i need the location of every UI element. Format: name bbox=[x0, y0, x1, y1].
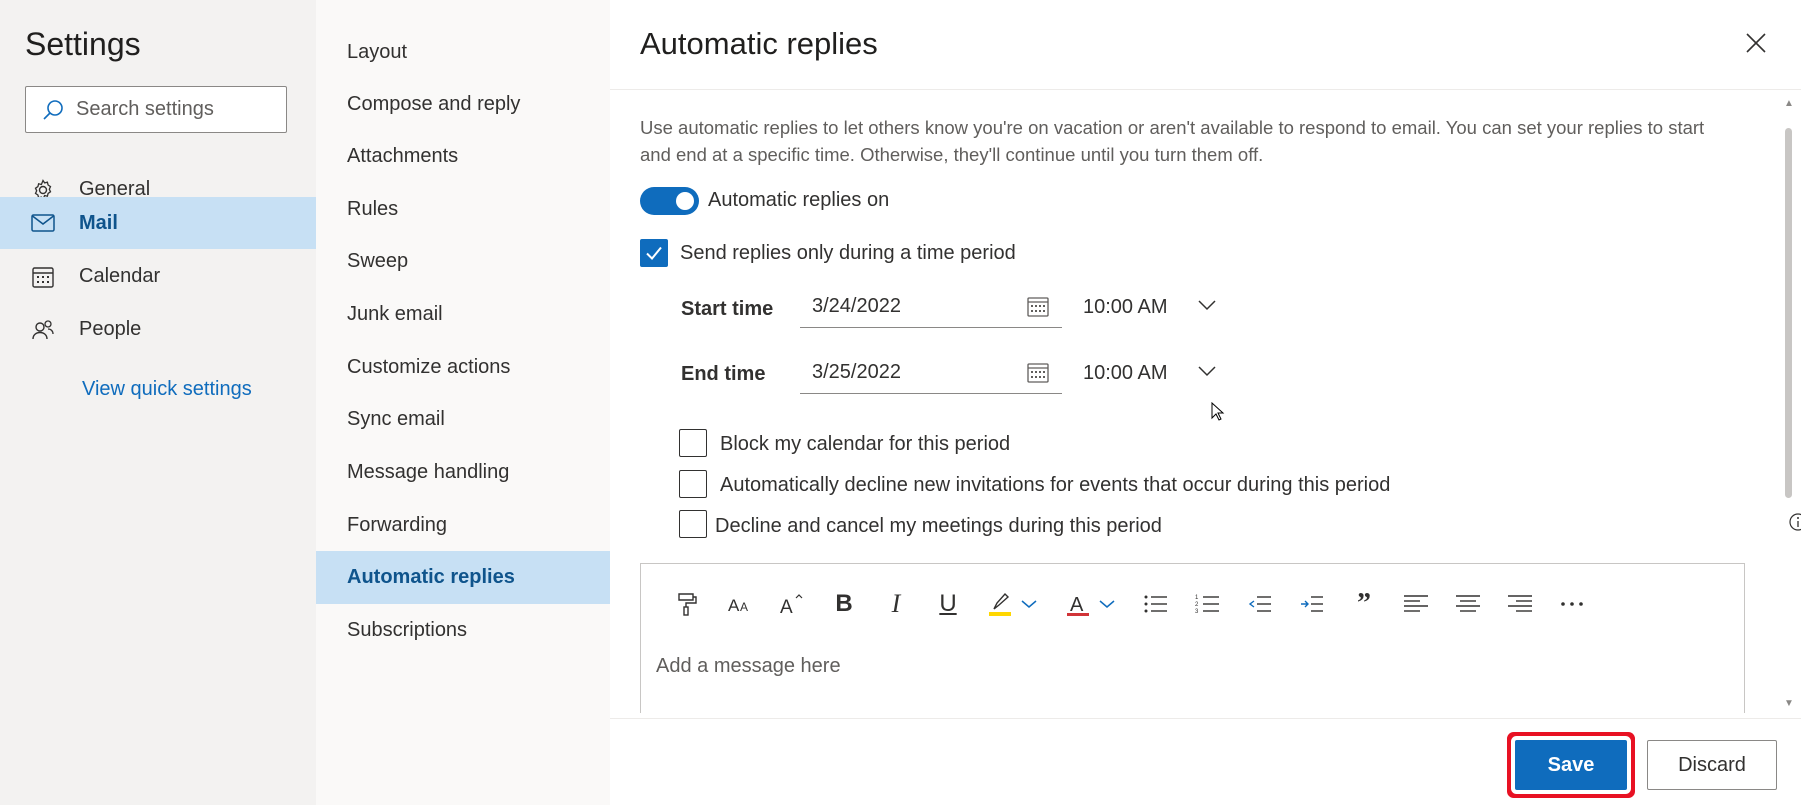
chevron-down-icon bbox=[1198, 300, 1216, 311]
mail-nav-compose-and-reply[interactable]: Compose and reply bbox=[316, 78, 610, 131]
scrollbar-thumb[interactable] bbox=[1785, 128, 1792, 498]
toggle-label: Automatic replies on bbox=[708, 189, 890, 211]
message-editor[interactable]: AA A B I U A 123 ” Add a message here bbox=[640, 563, 1745, 713]
decrease-indent-icon[interactable] bbox=[1241, 585, 1279, 623]
end-time-value: 10:00 AM bbox=[1083, 362, 1168, 384]
bullets-icon[interactable] bbox=[1137, 585, 1175, 623]
chevron-down-icon bbox=[1198, 366, 1216, 377]
decline-meetings-checkbox[interactable] bbox=[679, 510, 707, 538]
decline-invitations-checkbox[interactable] bbox=[679, 470, 707, 498]
close-icon[interactable] bbox=[1743, 30, 1769, 56]
nav-label-calendar: Calendar bbox=[79, 265, 161, 287]
font-size-icon[interactable]: A bbox=[773, 585, 811, 623]
end-time-label: End time bbox=[681, 363, 766, 385]
align-center-icon[interactable] bbox=[1449, 585, 1487, 623]
search-settings-input[interactable]: Search settings bbox=[25, 86, 287, 133]
mail-nav-attachments[interactable]: Attachments bbox=[316, 130, 610, 183]
start-date-field[interactable]: 3/24/2022 bbox=[800, 286, 1062, 328]
svg-text:A: A bbox=[1070, 594, 1084, 616]
mail-nav-subscriptions[interactable]: Subscriptions bbox=[316, 604, 610, 657]
more-options-icon[interactable] bbox=[1553, 585, 1591, 623]
increase-indent-icon[interactable] bbox=[1293, 585, 1331, 623]
formatting-toolbar: AA A B I U A 123 ” bbox=[669, 584, 1605, 624]
nav-item-mail[interactable]: Mail bbox=[0, 197, 316, 249]
calendar-icon[interactable] bbox=[1026, 361, 1050, 385]
bold-icon[interactable]: B bbox=[825, 585, 863, 623]
end-date-value: 3/25/2022 bbox=[812, 361, 901, 383]
svg-text:2: 2 bbox=[1195, 602, 1199, 608]
automatic-replies-panel: Automatic replies Use automatic replies … bbox=[610, 0, 1801, 805]
checkmark-icon bbox=[646, 246, 662, 260]
start-date-value: 3/24/2022 bbox=[812, 295, 901, 317]
mail-nav-message-handling[interactable]: Message handling bbox=[316, 446, 610, 499]
calendar-icon bbox=[29, 263, 57, 291]
calendar-icon[interactable] bbox=[1026, 295, 1050, 319]
nav-item-people[interactable]: People bbox=[0, 303, 316, 356]
time-period-checkbox[interactable] bbox=[640, 239, 668, 267]
mail-nav-layout[interactable]: Layout bbox=[316, 26, 610, 79]
nav-label-people: People bbox=[79, 318, 142, 340]
mail-nav-sync-email[interactable]: Sync email bbox=[316, 393, 610, 446]
info-icon[interactable] bbox=[1788, 512, 1801, 532]
header-divider bbox=[610, 89, 1801, 90]
start-time-value: 10:00 AM bbox=[1083, 296, 1168, 318]
mail-nav-junk-email[interactable]: Junk email bbox=[316, 288, 610, 341]
end-time-select[interactable]: 10:00 AM bbox=[1083, 352, 1223, 394]
block-calendar-checkbox[interactable] bbox=[679, 429, 707, 457]
block-calendar-label: Block my calendar for this period bbox=[720, 433, 1011, 455]
settings-title: Settings bbox=[25, 26, 141, 62]
decline-meetings-label: Decline and cancel my meetings during th… bbox=[715, 515, 1162, 537]
nav-item-calendar[interactable]: Calendar bbox=[0, 250, 316, 303]
svg-text:A: A bbox=[728, 596, 740, 615]
svg-text:1: 1 bbox=[1195, 595, 1199, 601]
end-date-field[interactable]: 3/25/2022 bbox=[800, 352, 1062, 394]
svg-text:A: A bbox=[780, 597, 793, 616]
mail-nav-rules[interactable]: Rules bbox=[316, 183, 610, 236]
description-text: Use automatic replies to let others know… bbox=[640, 117, 1705, 165]
align-right-icon[interactable] bbox=[1501, 585, 1539, 623]
editor-placeholder: Add a message here bbox=[656, 655, 841, 677]
automatic-replies-toggle[interactable] bbox=[640, 187, 699, 215]
numbering-icon[interactable]: 123 bbox=[1189, 585, 1227, 623]
font-icon[interactable]: AA bbox=[721, 585, 759, 623]
highlight-icon[interactable] bbox=[981, 585, 1019, 623]
footer-divider bbox=[610, 718, 1801, 719]
quote-icon[interactable]: ” bbox=[1345, 585, 1383, 623]
chevron-down-icon[interactable] bbox=[1099, 585, 1115, 623]
mail-nav-forwarding[interactable]: Forwarding bbox=[316, 499, 610, 552]
view-quick-settings-link[interactable]: View quick settings bbox=[82, 378, 252, 401]
scroll-up-icon[interactable]: ▲ bbox=[1784, 98, 1794, 109]
start-time-label: Start time bbox=[681, 298, 774, 320]
underline-icon[interactable]: U bbox=[929, 585, 967, 623]
mail-settings-nav: Layout Compose and reply Attachments Rul… bbox=[316, 0, 610, 805]
mail-nav-automatic-replies[interactable]: Automatic replies bbox=[316, 551, 610, 604]
search-placeholder: Search settings bbox=[76, 98, 214, 120]
align-left-icon[interactable] bbox=[1397, 585, 1435, 623]
font-color-icon[interactable]: A bbox=[1059, 585, 1097, 623]
format-painter-icon[interactable] bbox=[669, 585, 707, 623]
nav-label-mail: Mail bbox=[79, 211, 118, 234]
italic-icon[interactable]: I bbox=[877, 585, 915, 623]
mouse-cursor-icon bbox=[1211, 402, 1225, 421]
mail-icon bbox=[29, 209, 57, 237]
start-time-select[interactable]: 10:00 AM bbox=[1083, 286, 1223, 328]
discard-button[interactable]: Discard bbox=[1647, 740, 1777, 790]
svg-text:3: 3 bbox=[1195, 609, 1199, 615]
mail-nav-customize-actions[interactable]: Customize actions bbox=[316, 341, 610, 394]
decline-invitations-label: Automatically decline new invitations fo… bbox=[720, 474, 1391, 496]
save-button[interactable]: Save bbox=[1515, 740, 1627, 790]
mail-nav-sweep[interactable]: Sweep bbox=[316, 235, 610, 288]
svg-text:A: A bbox=[740, 600, 748, 614]
settings-nav: Settings Search settings General Mail Ca… bbox=[0, 0, 316, 805]
page-title: Automatic replies bbox=[640, 26, 878, 61]
search-icon bbox=[43, 99, 63, 120]
people-icon bbox=[29, 316, 57, 344]
time-period-label: Send replies only during a time period bbox=[680, 242, 1016, 264]
chevron-down-icon[interactable] bbox=[1021, 585, 1037, 623]
scroll-down-icon[interactable]: ▼ bbox=[1784, 698, 1794, 709]
